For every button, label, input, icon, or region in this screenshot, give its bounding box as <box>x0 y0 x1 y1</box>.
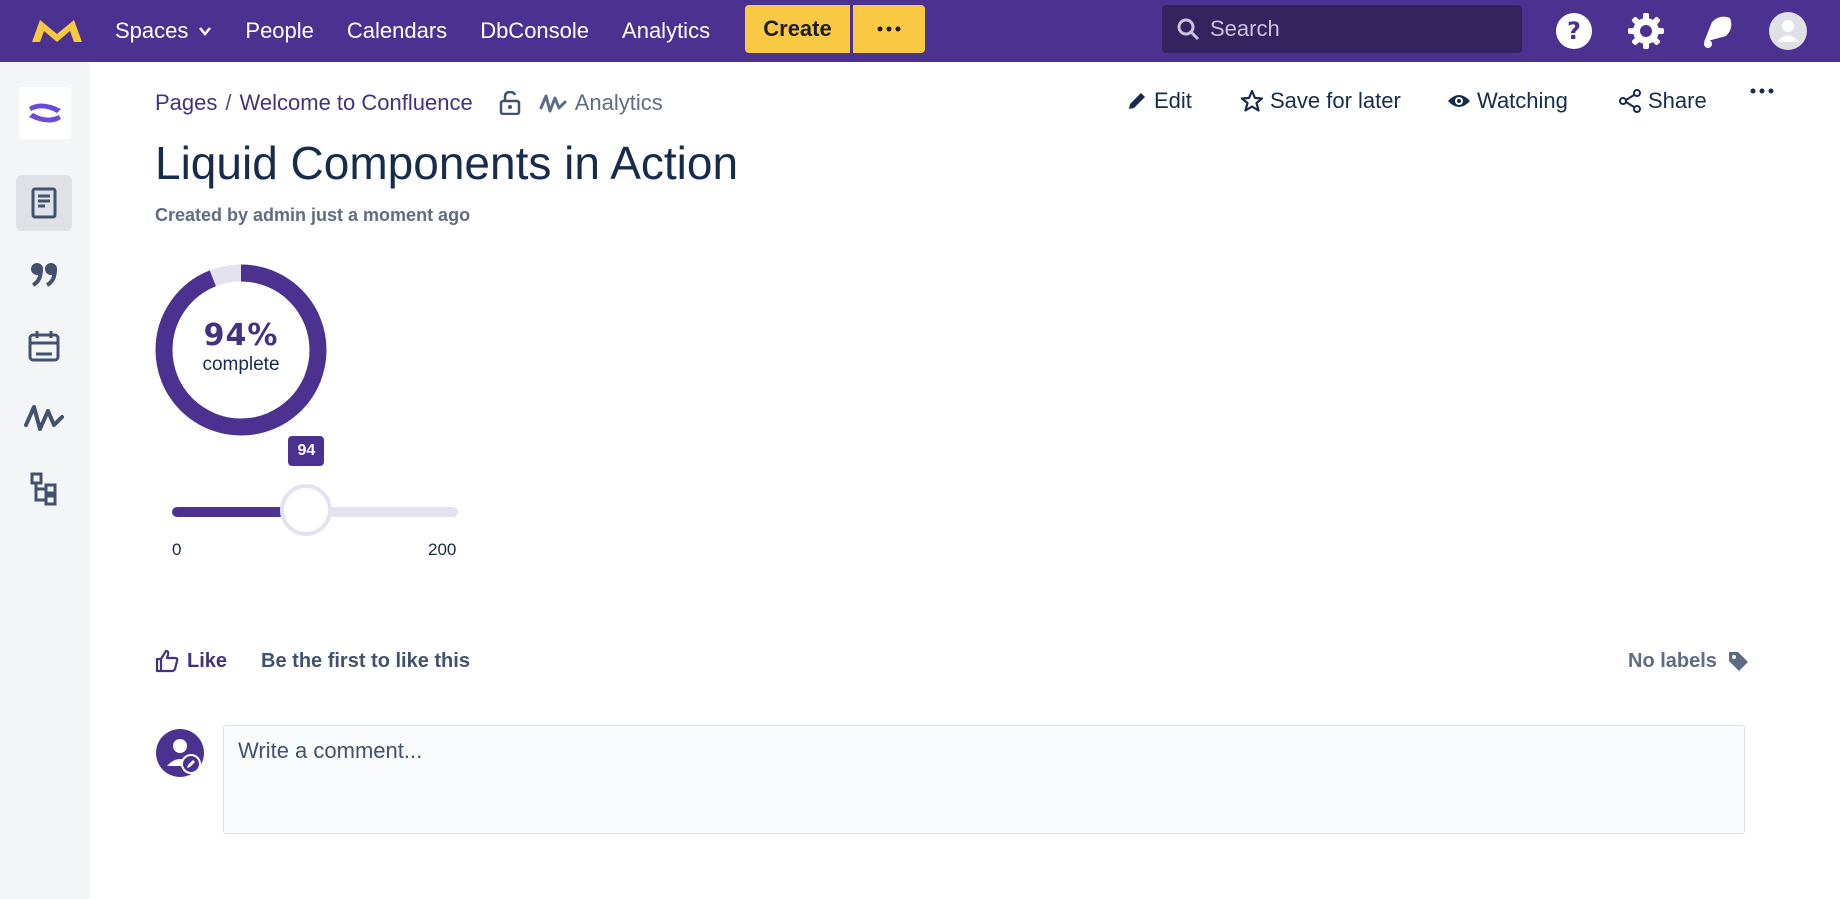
sidebar-analytics[interactable] <box>16 389 72 445</box>
sidebar-calendar[interactable] <box>16 318 72 374</box>
progress-ring: 94% complete <box>155 264 327 436</box>
share-icon <box>1619 89 1641 113</box>
nav-analytics[interactable]: Analytics <box>622 18 710 44</box>
page-analytics-link[interactable]: Analytics <box>539 90 663 116</box>
nav-dbconsole-label: DbConsole <box>480 18 590 43</box>
home-logo-icon[interactable] <box>30 16 84 46</box>
nav-people-label: People <box>245 18 314 43</box>
slider-value-tooltip: 94 <box>288 436 325 466</box>
page-title: Liquid Components in Action <box>155 137 739 189</box>
watching-label: Watching <box>1477 88 1568 113</box>
nav-people[interactable]: People <box>245 18 314 44</box>
top-navigation: Spaces People Calendars DbConsole Analyt… <box>0 0 1840 62</box>
nav-calendars[interactable]: Calendars <box>347 18 447 44</box>
sidebar-page-tree[interactable] <box>16 461 72 517</box>
page-analytics-label: Analytics <box>574 90 663 115</box>
confluence-logo-icon[interactable] <box>19 87 71 139</box>
nav-spaces-label: Spaces <box>115 18 189 43</box>
create-button[interactable]: Create <box>745 5 850 53</box>
svg-text:?: ? <box>1567 17 1581 45</box>
like-label: Like <box>187 649 228 672</box>
breadcrumb-pages[interactable]: Pages <box>155 90 217 116</box>
breadcrumb-separator: / <box>225 90 232 115</box>
comment-input[interactable] <box>223 725 1745 834</box>
help-icon[interactable]: ? <box>1554 11 1594 51</box>
thumbs-up-icon <box>155 649 179 673</box>
create-more-button[interactable] <box>853 5 925 53</box>
like-row: Like Be the first to like this <box>155 646 470 676</box>
analytics-icon <box>539 94 567 113</box>
tag-icon[interactable] <box>1727 650 1749 672</box>
tree-icon <box>30 472 57 506</box>
more-actions-button[interactable] <box>1750 88 1780 94</box>
nav-analytics-label: Analytics <box>622 18 711 43</box>
page-byline: Created by admin just a moment ago <box>155 205 471 225</box>
pencil-icon <box>1129 93 1145 109</box>
labels-text: No labels <box>1628 649 1717 672</box>
calendar-icon <box>28 331 60 362</box>
nav-dbconsole[interactable]: DbConsole <box>480 18 589 44</box>
search-input[interactable] <box>1210 16 1500 42</box>
save-for-later-label: Save for later <box>1270 88 1401 113</box>
nav-calendars-label: Calendars <box>346 18 448 43</box>
eye-icon <box>1448 95 1470 107</box>
more-dots-icon <box>877 26 901 32</box>
notifications-icon[interactable] <box>1697 11 1737 51</box>
page-labels: No labels <box>1628 646 1749 676</box>
sidebar-pages[interactable] <box>16 175 72 231</box>
more-dots-icon <box>1750 88 1774 94</box>
like-button[interactable]: Like <box>155 649 227 673</box>
breadcrumb-welcome[interactable]: Welcome to Confluence <box>240 90 473 116</box>
slider-max-label: 200 <box>428 540 457 559</box>
settings-icon[interactable] <box>1626 11 1666 51</box>
slider-min-label: 0 <box>172 540 182 559</box>
left-sidebar <box>0 62 90 899</box>
watching-button[interactable]: Watching <box>1447 88 1568 114</box>
share-label: Share <box>1648 88 1707 113</box>
edit-label: Edit <box>1154 88 1192 113</box>
edit-button[interactable]: Edit <box>1126 88 1192 114</box>
progress-label: complete <box>202 354 280 375</box>
profile-avatar-icon[interactable] <box>1768 11 1808 51</box>
search-box <box>1162 5 1522 53</box>
chevron-down-icon <box>199 27 212 36</box>
pages-icon <box>31 187 57 219</box>
nav-spaces[interactable]: Spaces <box>115 18 212 44</box>
quote-icon <box>31 263 57 287</box>
save-for-later-button[interactable]: Save for later <box>1240 88 1401 114</box>
value-slider[interactable]: 94 <box>172 436 458 548</box>
user-avatar-icon <box>156 729 204 777</box>
share-button[interactable]: Share <box>1618 88 1707 114</box>
progress-percent: 94% <box>203 318 279 353</box>
breadcrumb: Pages / Welcome to Confluence Analytics <box>155 88 663 118</box>
analytics-icon <box>24 405 64 431</box>
star-icon <box>1240 89 1264 112</box>
slider-thumb[interactable] <box>280 484 333 536</box>
search-icon <box>1177 18 1200 41</box>
sidebar-quotes[interactable] <box>16 246 72 302</box>
unlock-icon[interactable] <box>499 91 521 115</box>
likes-info: Be the first to like this <box>261 649 470 672</box>
